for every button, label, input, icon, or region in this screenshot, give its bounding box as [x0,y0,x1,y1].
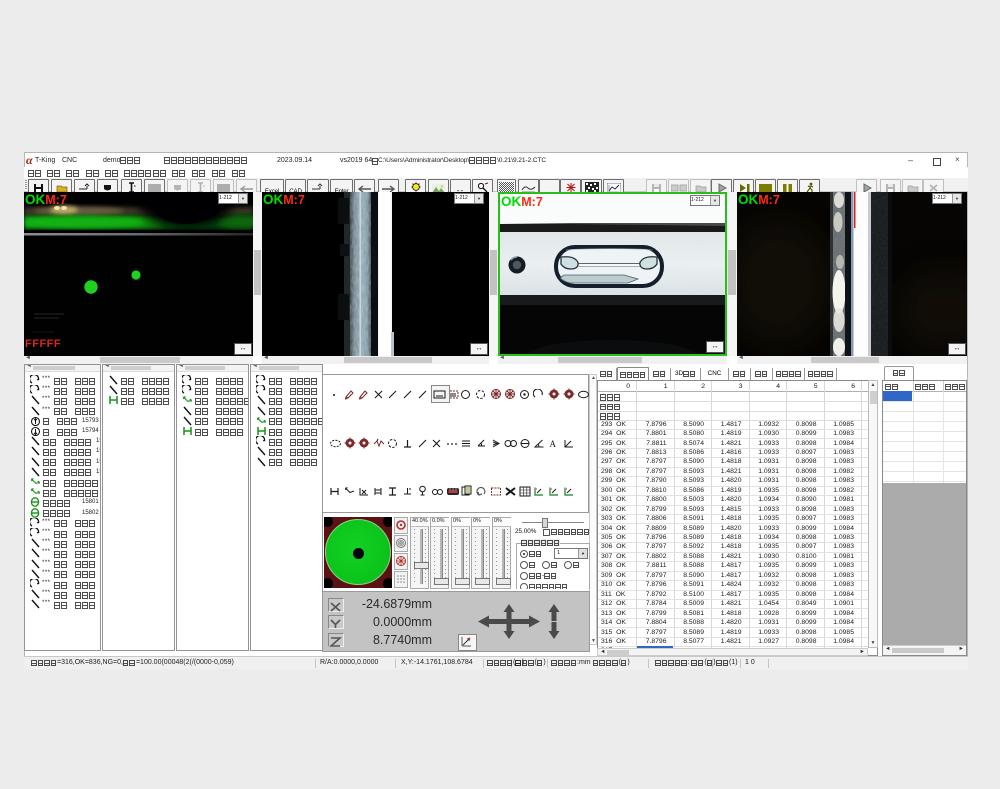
svg-text:A: A [550,439,557,449]
